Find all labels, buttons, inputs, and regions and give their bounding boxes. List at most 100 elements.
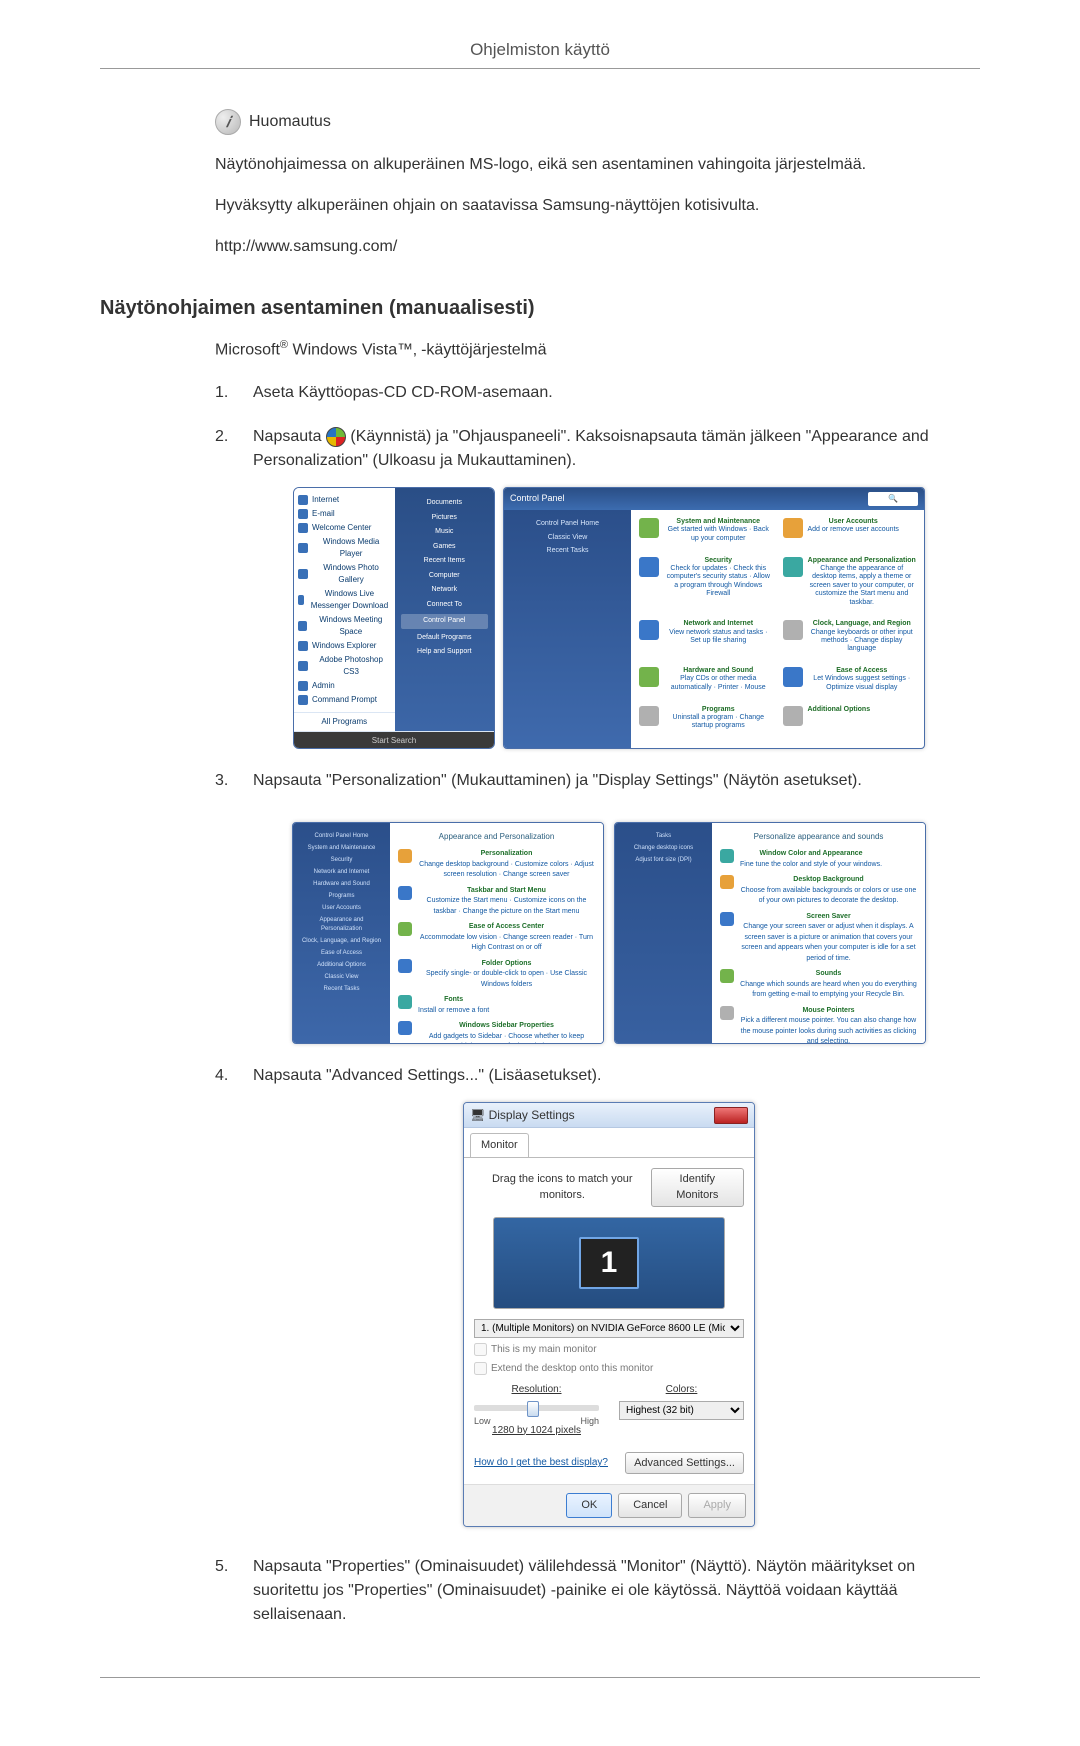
monitor-icon[interactable]: 1	[579, 1237, 639, 1289]
side-panel-link[interactable]: Tasks	[621, 832, 706, 841]
all-programs[interactable]: All Programs	[294, 712, 395, 731]
side-panel-link[interactable]: Programs	[299, 892, 384, 901]
app-icon	[298, 595, 304, 605]
control-panel-category[interactable]: ProgramsUninstall a program · Change sta…	[639, 706, 773, 741]
note-icon: 𝑖	[215, 109, 241, 135]
control-panel-category[interactable]: Additional Options	[783, 706, 917, 741]
side-panel-link[interactable]: Security	[299, 856, 384, 865]
side-panel-link[interactable]: Clock, Language, and Region	[299, 937, 384, 946]
personalization-item[interactable]: Ease of Access CenterAccommodate low vis…	[398, 922, 595, 954]
start-menu-right-item[interactable]: Recent Items	[401, 556, 488, 567]
personalization-item[interactable]: Folder OptionsSpecify single- or double-…	[398, 959, 595, 991]
ok-button[interactable]: OK	[566, 1493, 612, 1518]
help-link[interactable]: How do I get the best display?	[474, 1455, 608, 1470]
control-panel-category[interactable]: Ease of AccessLet Windows suggest settin…	[783, 667, 917, 701]
start-menu-item[interactable]: Adobe Photoshop CS3	[298, 654, 391, 678]
apply-button: Apply	[688, 1493, 746, 1518]
start-menu-item[interactable]: Command Prompt	[298, 694, 391, 706]
slider-thumb[interactable]	[527, 1401, 539, 1417]
item-icon	[398, 886, 412, 900]
start-menu-item[interactable]: Windows Explorer	[298, 640, 391, 652]
item-icon	[398, 995, 412, 1009]
personalization-item[interactable]: Desktop BackgroundChoose from available …	[720, 875, 917, 907]
search-box[interactable]: 🔍	[868, 492, 918, 506]
category-icon	[639, 557, 659, 577]
control-panel-side-link[interactable]: Recent Tasks	[510, 546, 625, 557]
side-panel-link[interactable]: Adjust font size (DPI)	[621, 856, 706, 865]
personalization-item[interactable]: Taskbar and Start MenuCustomize the Star…	[398, 886, 595, 918]
personalization-item[interactable]: Screen SaverChange your screen saver or …	[720, 912, 917, 965]
extend-desktop-checkbox: Extend the desktop onto this monitor	[474, 1361, 744, 1376]
close-icon[interactable]	[714, 1107, 748, 1124]
tab-monitor[interactable]: Monitor	[470, 1133, 529, 1157]
cancel-button[interactable]: Cancel	[618, 1493, 682, 1518]
side-panel-link[interactable]: Ease of Access	[299, 949, 384, 958]
start-menu-item[interactable]: Admin	[298, 680, 391, 692]
start-menu-right-item[interactable]: Games	[401, 542, 488, 553]
start-menu-right-item[interactable]: Pictures	[401, 513, 488, 524]
side-panel-link[interactable]: System and Maintenance	[299, 844, 384, 853]
control-panel-category[interactable]: Hardware and SoundPlay CDs or other medi…	[639, 667, 773, 701]
start-menu-right-item[interactable]: Connect To	[401, 600, 488, 611]
appearance-personalization-window: Control Panel Home System and Maintenance…	[292, 822, 604, 1044]
category-icon	[783, 620, 803, 640]
screenshot-start-and-controlpanel: Internet E-mail Welcome Center Windows Medi…	[293, 487, 925, 749]
item-icon	[398, 922, 412, 936]
start-menu-item[interactable]: Windows Meeting Space	[298, 614, 391, 638]
category-icon	[639, 706, 659, 726]
control-panel-category[interactable]: SecurityCheck for updates · Check this c…	[639, 557, 773, 617]
control-panel-category[interactable]: Appearance and PersonalizationChange the…	[783, 557, 917, 617]
app-icon	[298, 621, 307, 631]
control-panel-category[interactable]: Clock, Language, and RegionChange keyboa…	[783, 620, 917, 663]
control-panel-side-link[interactable]: Classic View	[510, 533, 625, 544]
side-panel-link[interactable]: Control Panel Home	[299, 832, 384, 841]
item-icon	[720, 912, 734, 926]
personalization-item[interactable]: Window Color and AppearanceFine tune the…	[720, 849, 917, 870]
colors-select[interactable]: Highest (32 bit)	[619, 1401, 744, 1420]
start-menu-item[interactable]: Welcome Center	[298, 522, 391, 534]
footer-rule	[100, 1677, 980, 1678]
personalization-item[interactable]: PersonalizationChange desktop background…	[398, 849, 595, 881]
start-menu-right-item[interactable]: Documents	[401, 498, 488, 509]
personalization-item[interactable]: Mouse PointersPick a different mouse poi…	[720, 1006, 917, 1045]
side-panel-link[interactable]: Change desktop icons	[621, 844, 706, 853]
control-panel-category[interactable]: User AccountsAdd or remove user accounts	[783, 518, 917, 552]
personalization-item[interactable]: SoundsChange which sounds are heard when…	[720, 969, 917, 1001]
start-menu-item[interactable]: Windows Live Messenger Download	[298, 588, 391, 612]
control-panel-category[interactable]: System and MaintenanceGet started with W…	[639, 518, 773, 552]
start-menu-right-item[interactable]: Music	[401, 527, 488, 538]
identify-monitors-button[interactable]: Identify Monitors	[651, 1168, 744, 1207]
monitor-select[interactable]: 1. (Multiple Monitors) on NVIDIA GeForce…	[474, 1319, 744, 1338]
personalization-item[interactable]: Windows Sidebar PropertiesAdd gadgets to…	[398, 1021, 595, 1044]
start-menu-item[interactable]: Windows Media Player	[298, 536, 391, 560]
personalization-item[interactable]: FontsInstall or remove a font	[398, 995, 595, 1016]
windows-start-orb-icon	[326, 427, 346, 447]
start-menu-right-item[interactable]: Computer	[401, 571, 488, 582]
side-panel-link[interactable]: User Accounts	[299, 904, 384, 913]
control-panel-side-link[interactable]: Control Panel Home	[510, 519, 625, 530]
note-row: 𝑖 Huomautus	[215, 109, 965, 135]
control-panel-category[interactable]: Network and InternetView network status …	[639, 620, 773, 663]
start-menu-item[interactable]: E-mail	[298, 508, 391, 520]
start-search[interactable]: Start Search	[294, 731, 494, 749]
side-panel-link[interactable]: Hardware and Sound	[299, 880, 384, 889]
screenshot-personalization: Control Panel Home System and Maintenance…	[292, 822, 926, 1044]
start-menu-right-item[interactable]: Default Programs	[401, 633, 488, 644]
start-menu-right-item[interactable]: Control Panel	[401, 614, 488, 629]
samsung-link[interactable]: http://www.samsung.com/	[215, 238, 397, 255]
page-header: Ohjelmiston käyttö	[100, 40, 980, 60]
start-menu-item[interactable]: Internet	[298, 494, 391, 506]
side-panel-link[interactable]: Appearance and Personalization	[299, 916, 384, 934]
side-panel-link[interactable]: Classic View	[299, 973, 384, 982]
start-menu-right-item[interactable]: Help and Support	[401, 647, 488, 658]
drag-hint: Drag the icons to match your monitors.	[474, 1171, 651, 1204]
advanced-settings-button[interactable]: Advanced Settings...	[625, 1452, 744, 1475]
monitor-layout-area[interactable]: 1	[493, 1217, 725, 1309]
side-panel-link[interactable]: Recent Tasks	[299, 985, 384, 994]
start-menu-item[interactable]: Windows Photo Gallery	[298, 562, 391, 586]
start-menu-right-item[interactable]: Network	[401, 585, 488, 596]
side-panel-link[interactable]: Additional Options	[299, 961, 384, 970]
side-panel-link[interactable]: Network and Internet	[299, 868, 384, 877]
resolution-slider[interactable]: Low High	[474, 1405, 599, 1411]
os-line: Microsoft® Windows Vista™‚ -käyttöjärjes…	[215, 338, 965, 362]
